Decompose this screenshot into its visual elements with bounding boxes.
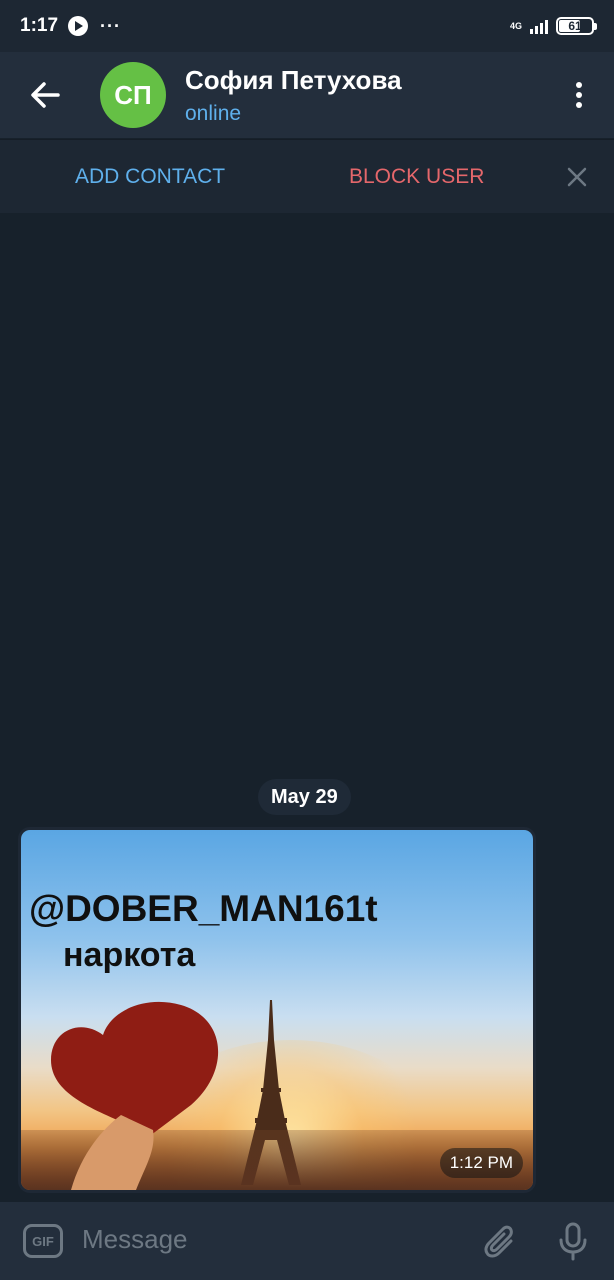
network-type: 4G: [509, 20, 522, 31]
contact-action-bar: ADD CONTACT BLOCK USER: [0, 139, 614, 213]
message-composer: GIF Message: [0, 1202, 614, 1280]
heart-image: [51, 1001, 219, 1190]
status-bar: 1:17 ··· 4G 61: [0, 0, 614, 52]
battery-icon: 61: [556, 17, 597, 35]
image-caption-line2: наркота: [63, 936, 196, 974]
image-caption-line1: @DOBER_MAN161t: [29, 888, 378, 929]
more-vertical-icon[interactable]: [544, 52, 614, 138]
chat-area[interactable]: May 29 @DOBER_MAN161t наркота 1:12 PM: [0, 213, 614, 1202]
photo-message[interactable]: @DOBER_MAN161t наркота 1:12 PM: [18, 827, 536, 1193]
chat-header: СП София Петухова online: [0, 52, 614, 138]
message-time: 1:12 PM: [439, 1148, 523, 1178]
message-photo[interactable]: @DOBER_MAN161t наркота: [21, 830, 533, 1190]
back-button[interactable]: [0, 52, 90, 138]
contact-name: София Петухова: [185, 64, 402, 95]
battery-level: 61: [568, 19, 582, 33]
more-notifications-icon: ···: [100, 15, 122, 36]
signal-icon: [530, 18, 548, 34]
attach-icon[interactable]: [484, 1224, 518, 1260]
play-icon: [68, 16, 89, 36]
avatar[interactable]: СП: [100, 62, 166, 128]
close-icon[interactable]: [564, 164, 590, 190]
chat-title-area[interactable]: София Петухова online: [185, 65, 544, 126]
status-time: 1:17: [20, 15, 59, 36]
block-user-button[interactable]: BLOCK USER: [349, 165, 484, 189]
mic-icon[interactable]: [556, 1222, 590, 1262]
add-contact-button[interactable]: ADD CONTACT: [75, 165, 225, 189]
message-input[interactable]: Message: [82, 1224, 188, 1255]
gif-icon[interactable]: GIF: [23, 1224, 63, 1258]
contact-status: online: [185, 101, 242, 125]
back-arrow-icon: [31, 82, 60, 108]
date-separator: May 29: [258, 779, 351, 815]
